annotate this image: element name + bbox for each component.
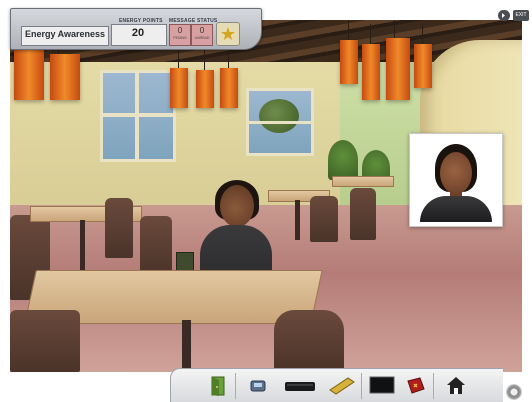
home-icon[interactable]: [443, 375, 469, 397]
hud-panel: Energy Awareness ENERGY POINTS 20 MESSAG…: [10, 8, 262, 50]
exit-button[interactable]: EXIT: [513, 10, 529, 21]
table: [332, 176, 394, 187]
chair: [105, 198, 133, 258]
status-pending[interactable]: 0 PEDING: [169, 24, 191, 46]
monitor-icon[interactable]: [367, 375, 397, 397]
door-exit-icon[interactable]: [205, 375, 231, 397]
pendant-lamp: [14, 30, 44, 100]
game-title: Energy Awareness: [25, 29, 106, 39]
pendant-lamp: [220, 48, 238, 108]
pendant-lamp: [386, 20, 410, 100]
status-pending-label: PEDING: [173, 36, 187, 40]
status-unread[interactable]: 0 UNREAD: [191, 24, 213, 46]
points-value: 20: [131, 27, 145, 39]
pendant-lamp: [414, 24, 432, 88]
status-unread-value: 0: [199, 26, 205, 35]
plant: [328, 140, 358, 180]
gear-icon[interactable]: [506, 384, 522, 400]
pendant-lamp: [362, 24, 380, 100]
audio-icon[interactable]: [498, 10, 510, 21]
character-head: [220, 185, 254, 227]
chair: [10, 310, 80, 372]
window-right: [246, 88, 314, 156]
bottom-toolbar: [170, 368, 503, 402]
book-icon[interactable]: [403, 375, 429, 397]
chair: [310, 196, 338, 242]
notebook-icon[interactable]: [327, 375, 357, 397]
pendant-lamp: [170, 48, 188, 108]
character-portrait: [409, 133, 503, 227]
star-icon[interactable]: ★: [216, 22, 240, 46]
pendant-lamp: [340, 20, 358, 84]
chair: [140, 216, 172, 276]
status-unread-label: UNREAD: [194, 36, 210, 40]
pendant-lamp: [196, 50, 214, 108]
pendant-lamp: [50, 34, 80, 100]
status-pending-value: 0: [177, 26, 183, 35]
chair: [350, 188, 376, 240]
keyboard-icon[interactable]: [283, 375, 317, 397]
phone-icon[interactable]: [245, 375, 271, 397]
window-left: [100, 70, 176, 162]
chair: [274, 310, 344, 372]
